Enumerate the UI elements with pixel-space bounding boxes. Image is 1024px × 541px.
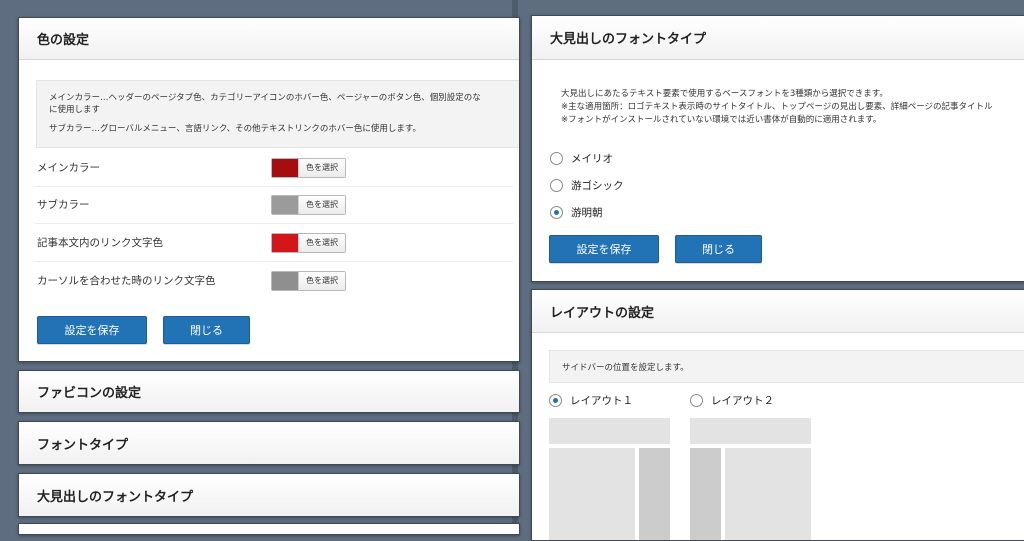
layout-settings-description: サイドバーの位置を設定します。 <box>549 350 1024 383</box>
main-color-swatch <box>272 159 298 177</box>
sub-color-picker-label: 色を選択 <box>298 196 345 214</box>
main-color-row: メインカラー 色を選択 <box>35 149 513 187</box>
link-color-label: 記事本文内のリンク文字色 <box>37 237 163 249</box>
favicon-settings-header[interactable]: ファビコンの設定 <box>19 371 519 412</box>
color-desc-line-1: メインカラー…ヘッダーのページタブ色、カテゴリーアイコンのホバー色、ページャーの… <box>49 93 481 103</box>
heading-font-description: 大見出しにあたるテキスト要素で使用するベースフォントを3種類から選択できます。 … <box>561 88 993 127</box>
layout-1-preview-main <box>549 448 635 540</box>
link-color-picker-label: 色を選択 <box>298 234 345 252</box>
main-color-picker-label: 色を選択 <box>298 159 345 177</box>
font-type-title: フォントタイプ <box>37 437 129 453</box>
layout-settings-panel: レイアウトの設定 サイドバーの位置を設定します。 レイアウト１ レイアウト２ <box>531 289 1024 541</box>
heading-font-desc-line-3: ※フォントがインストールされていない環境では近い書体が自動的に適用されます。 <box>561 115 882 125</box>
heading-font-desc-line-1: 大見出しにあたるテキスト要素で使用するベースフォントを3種類から選択できます。 <box>561 89 888 99</box>
link-color-swatch <box>272 234 298 252</box>
link-color-picker[interactable]: 色を選択 <box>271 233 346 253</box>
layout-option-1-label: レイアウト１ <box>570 395 633 407</box>
heading-font-save-button[interactable]: 設定を保存 <box>549 235 659 263</box>
sub-color-label: サブカラー <box>37 199 90 211</box>
color-settings-header[interactable]: 色の設定 <box>19 18 519 60</box>
radio-circle-selected <box>550 206 563 219</box>
sub-color-row: サブカラー 色を選択 <box>35 186 513 224</box>
layout-2-preview-main <box>725 448 811 540</box>
hover-color-swatch <box>272 272 298 290</box>
font-option-meiryo[interactable]: メイリオ <box>550 151 613 166</box>
hover-color-row: カーソルを合わせた時のリンク文字色 色を選択 <box>35 262 513 299</box>
layout-option-2[interactable]: レイアウト２ <box>690 393 774 408</box>
heading-font-title: 大見出しのフォントタイプ <box>550 32 707 47</box>
radio-circle <box>690 394 703 407</box>
main-color-label: メインカラー <box>37 162 100 174</box>
font-option-yu-gothic[interactable]: 游ゴシック <box>550 178 624 193</box>
layout-settings-title: レイアウトの設定 <box>550 305 655 321</box>
font-option-meiryo-label: メイリオ <box>571 153 613 165</box>
heading-font-collapsed-panel[interactable]: 大見出しのフォントタイプ <box>18 473 520 517</box>
layout-2-preview-sidebar <box>690 448 721 540</box>
color-save-button[interactable]: 設定を保存 <box>37 316 147 344</box>
font-option-yu-mincho-label: 游明朝 <box>571 207 603 219</box>
hover-color-label: カーソルを合わせた時のリンク文字色 <box>37 275 216 287</box>
color-desc-line-2: に使用します <box>49 105 101 115</box>
sub-color-swatch <box>272 196 298 214</box>
layout-settings-header[interactable]: レイアウトの設定 <box>532 290 1024 333</box>
color-settings-panel: 色の設定 メインカラー…ヘッダーのページタブ色、カテゴリーアイコンのホバー色、ペ… <box>18 17 520 362</box>
heading-font-collapsed-title: 大見出しのフォントタイプ <box>37 489 194 505</box>
layout-1-preview-header <box>549 418 670 444</box>
font-type-header[interactable]: フォントタイプ <box>19 422 519 464</box>
color-desc-line-3: サブカラー…グローバルメニュー、言語リンク、その他テキストリンクのホバー色に使用… <box>49 124 421 134</box>
color-settings-description: メインカラー…ヘッダーのページタブ色、カテゴリーアイコンのホバー色、ページャーの… <box>36 80 519 148</box>
heading-font-close-button[interactable]: 閉じる <box>675 235 762 263</box>
favicon-settings-title: ファビコンの設定 <box>37 386 142 401</box>
heading-font-header[interactable]: 大見出しのフォントタイプ <box>532 16 1024 60</box>
layout-1-preview-sidebar <box>639 448 670 540</box>
link-color-row: 記事本文内のリンク文字色 色を選択 <box>35 224 513 262</box>
favicon-settings-panel[interactable]: ファビコンの設定 <box>18 370 520 413</box>
heading-font-panel: 大見出しのフォントタイプ 大見出しにあたるテキスト要素で使用するベースフォントを… <box>531 15 1024 282</box>
heading-font-collapsed-header[interactable]: 大見出しのフォントタイプ <box>19 474 519 516</box>
layout-desc-text: サイドバーの位置を設定します。 <box>562 363 689 373</box>
layout-option-1[interactable]: レイアウト１ <box>549 393 633 408</box>
font-option-yu-gothic-label: 游ゴシック <box>571 180 624 192</box>
radio-circle <box>550 179 563 192</box>
layout-option-2-label: レイアウト２ <box>711 395 774 407</box>
main-color-picker[interactable]: 色を選択 <box>271 158 346 178</box>
font-option-yu-mincho[interactable]: 游明朝 <box>550 205 603 220</box>
hover-color-picker[interactable]: 色を選択 <box>271 271 346 291</box>
radio-circle-selected <box>549 394 562 407</box>
layout-2-preview-header <box>690 418 811 444</box>
next-collapsed-panel <box>18 523 520 535</box>
color-close-button[interactable]: 閉じる <box>163 316 250 344</box>
sub-color-picker[interactable]: 色を選択 <box>271 195 346 215</box>
hover-color-picker-label: 色を選択 <box>298 272 345 290</box>
heading-font-desc-line-2: ※主な適用箇所：ロゴテキスト表示時のサイトタイトル、トップページの見出し要素、詳… <box>561 102 993 112</box>
color-settings-title: 色の設定 <box>37 33 90 48</box>
font-type-panel[interactable]: フォントタイプ <box>18 421 520 465</box>
radio-circle <box>550 152 563 165</box>
